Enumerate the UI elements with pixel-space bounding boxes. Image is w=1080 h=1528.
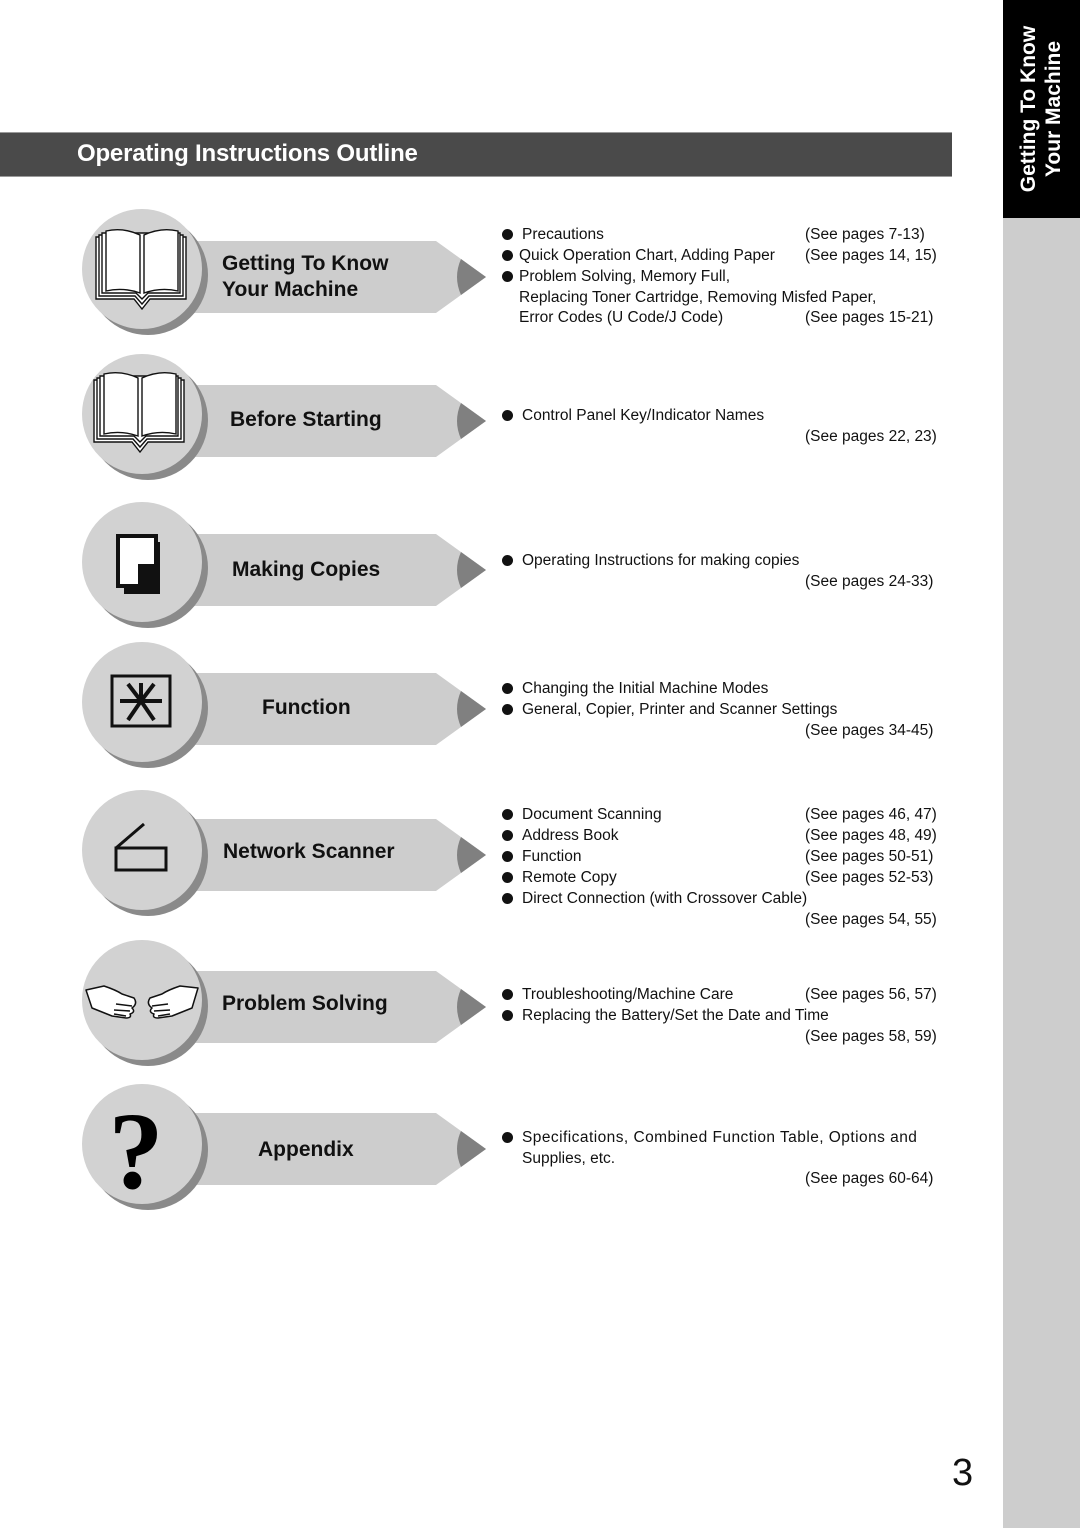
- section-title: Making Copies: [232, 558, 381, 581]
- page-reference[interactable]: (See pages 46, 47): [805, 805, 937, 825]
- list-item-continuation: Error Codes (U Code/J Code) (See pages 15…: [519, 308, 934, 328]
- function-asterisk-icon: [78, 640, 208, 768]
- handshake-icon: [78, 938, 208, 1066]
- page-reference[interactable]: (See pages 34-45): [502, 721, 952, 741]
- bullet-icon: [502, 267, 519, 288]
- section-network-scanner: Network Scanner Document Scanning (See pa…: [0, 786, 1000, 928]
- section-title: Function: [262, 696, 351, 719]
- list-item-continuation: Supplies, etc.: [522, 1150, 616, 1167]
- list-item: Operating Instructions for making copies: [502, 551, 952, 572]
- scanner-icon: [78, 788, 208, 916]
- list-item: Address Book (See pages 48, 49): [502, 826, 952, 847]
- chapter-tab-line2: Your Machine: [1042, 40, 1066, 178]
- section-items: Changing the Initial Machine Modes Gener…: [502, 679, 952, 741]
- page-reference[interactable]: (See pages 54, 55): [502, 910, 952, 930]
- list-item-continuation: Replacing Toner Cartridge, Removing Misf…: [519, 289, 877, 306]
- bullet-icon: [502, 700, 522, 721]
- section-making-copies: Making Copies Operating Instructions for…: [0, 498, 1000, 638]
- bullet-icon: [502, 826, 522, 847]
- section-problem-solving: Problem Solving Troubleshooting/Machine …: [0, 936, 1000, 1076]
- section-items: Document Scanning (See pages 46, 47) Addr…: [502, 805, 952, 930]
- bullet-icon: [502, 551, 522, 572]
- page-reference[interactable]: (See pages 22, 23): [502, 427, 952, 447]
- bullet-icon: [502, 406, 522, 427]
- bullet-icon: [502, 805, 522, 826]
- section-title: Appendix: [258, 1138, 354, 1161]
- page-reference[interactable]: (See pages 7-13): [805, 225, 925, 245]
- page-reference[interactable]: (See pages 52-53): [805, 868, 933, 888]
- list-item: Direct Connection (with Crossover Cable): [502, 889, 952, 910]
- page-reference[interactable]: (See pages 58, 59): [502, 1027, 952, 1047]
- section-items: Precautions (See pages 7-13) Quick Operat…: [502, 225, 952, 328]
- side-strip: [1003, 0, 1080, 1528]
- bullet-icon: [502, 868, 522, 889]
- page-reference[interactable]: (See pages 48, 49): [805, 826, 937, 846]
- bullet-icon: [502, 847, 522, 868]
- section-items: Specifications, Combined Function Table,…: [502, 1128, 952, 1189]
- section-items: Control Panel Key/Indicator Names (See p…: [502, 406, 952, 447]
- page-reference[interactable]: (See pages 50-51): [805, 847, 933, 867]
- list-item: Control Panel Key/Indicator Names: [502, 406, 952, 427]
- list-item: Precautions (See pages 7-13): [502, 225, 952, 246]
- section-appendix: ? Appendix Specifications, Combined Func…: [0, 1080, 1000, 1220]
- list-item: Quick Operation Chart, Adding Paper (See …: [502, 246, 952, 267]
- list-item: Document Scanning (See pages 46, 47): [502, 805, 952, 826]
- page-reference[interactable]: (See pages 14, 15): [805, 246, 937, 266]
- section-title: Problem Solving: [222, 992, 388, 1015]
- page-number: 3: [952, 1452, 974, 1494]
- section-function: Function Changing the Initial Machine Mo…: [0, 640, 1000, 780]
- section-title-line2: Your Machine: [222, 278, 359, 301]
- page-reference[interactable]: (See pages 56, 57): [805, 985, 937, 1005]
- section-before-starting: Before Starting Control Panel Key/Indica…: [0, 352, 1000, 492]
- section-title-line1: Getting To Know: [222, 252, 389, 275]
- page-title: Operating Instructions Outline: [77, 140, 418, 167]
- bullet-icon: [502, 1128, 522, 1149]
- bullet-icon: [502, 246, 519, 267]
- question-mark-icon: ?: [78, 1082, 208, 1212]
- section-items: Troubleshooting/Machine Care (See pages 5…: [502, 985, 952, 1047]
- open-book-icon: [78, 352, 208, 480]
- list-item: Troubleshooting/Machine Care (See pages 5…: [502, 985, 952, 1006]
- list-item: Remote Copy (See pages 52-53): [502, 868, 952, 889]
- bullet-icon: [502, 679, 522, 700]
- list-item: Function (See pages 50-51): [502, 847, 952, 868]
- copy-document-icon: [78, 500, 208, 628]
- bullet-icon: [502, 1006, 522, 1027]
- chapter-tab-line1: Getting To Know: [1017, 25, 1041, 193]
- bullet-icon: [502, 985, 522, 1006]
- title-bar: Operating Instructions Outline: [0, 132, 952, 177]
- section-title: Before Starting: [230, 408, 382, 431]
- chapter-tab-label: Getting To Know Your Machine: [1003, 0, 1080, 218]
- page-reference[interactable]: (See pages 60-64): [502, 1169, 952, 1189]
- list-item: Specifications, Combined Function Table,…: [502, 1128, 952, 1149]
- open-book-icon: [78, 207, 208, 335]
- bullet-icon: [502, 225, 522, 246]
- list-item: Replacing the Battery/Set the Date and T…: [502, 1006, 952, 1027]
- section-getting-to-know: Getting To Know Your Machine Precautions…: [0, 205, 1000, 345]
- list-item: Problem Solving, Memory Full,: [502, 267, 952, 288]
- page-reference[interactable]: (See pages 15-21): [805, 308, 933, 328]
- list-item: General, Copier, Printer and Scanner Set…: [502, 700, 952, 721]
- list-item: Changing the Initial Machine Modes: [502, 679, 952, 700]
- section-title: Network Scanner: [223, 840, 395, 863]
- section-items: Operating Instructions for making copies…: [502, 551, 952, 592]
- svg-text:?: ?: [109, 1090, 164, 1212]
- page-reference[interactable]: (See pages 24-33): [502, 572, 952, 592]
- bullet-icon: [502, 889, 522, 910]
